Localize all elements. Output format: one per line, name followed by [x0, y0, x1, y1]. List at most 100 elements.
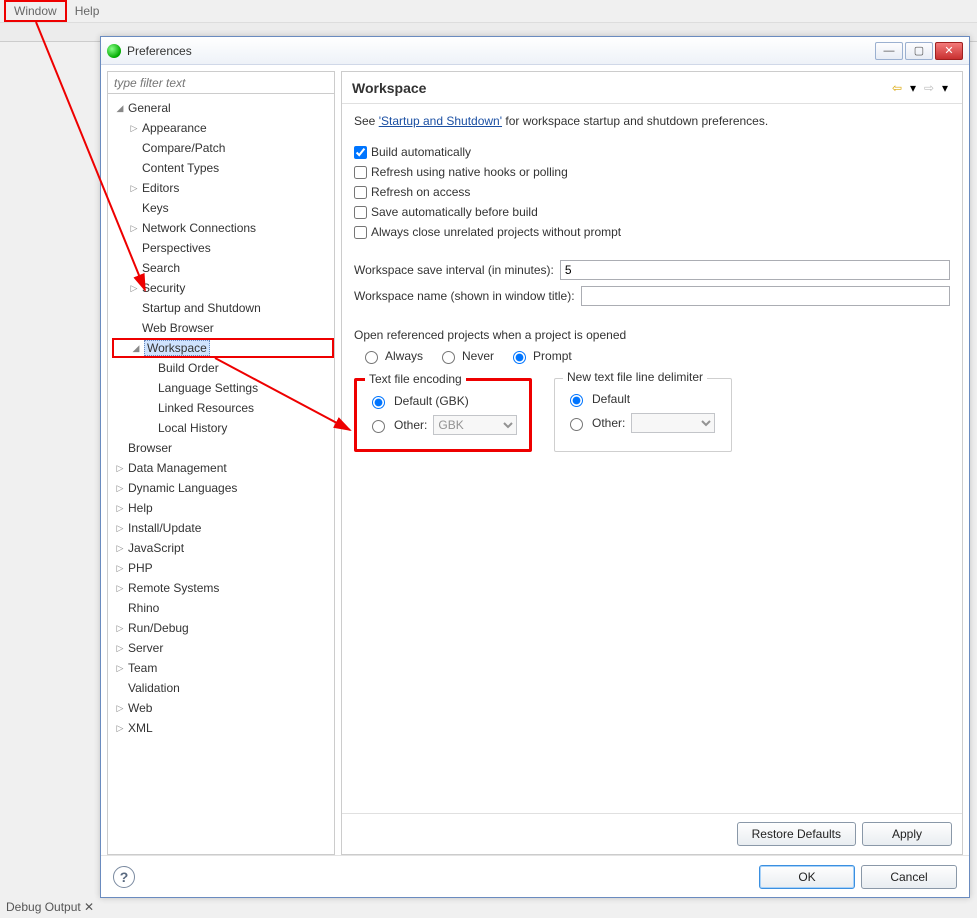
- maximize-button[interactable]: ▢: [905, 42, 933, 60]
- tree-label: Run/Debug: [128, 621, 189, 635]
- radio-label: Prompt: [533, 349, 572, 363]
- tree-content-types[interactable]: Content Types: [112, 158, 334, 178]
- radio-encoding-other[interactable]: [372, 420, 385, 433]
- tree-startup[interactable]: Startup and Shutdown: [112, 298, 334, 318]
- group-text-encoding: Text file encoding Default (GBK) Other: …: [354, 378, 532, 452]
- menu-window[interactable]: Window: [4, 0, 67, 22]
- tree-language-settings[interactable]: Language Settings: [112, 378, 334, 398]
- input-save-interval[interactable]: [560, 260, 950, 280]
- restore-defaults-button[interactable]: Restore Defaults: [737, 822, 856, 846]
- tree-web-browser[interactable]: Web Browser: [112, 318, 334, 338]
- preferences-tree[interactable]: ◢General ▷Appearance Compare/Patch Conte…: [108, 94, 334, 854]
- spacer-icon: [114, 682, 126, 694]
- expand-icon: ◢: [114, 102, 126, 114]
- tree-appearance[interactable]: ▷Appearance: [112, 118, 334, 138]
- expand-icon: ▷: [114, 542, 126, 554]
- expand-icon: ▷: [128, 122, 140, 134]
- help-icon[interactable]: ?: [113, 866, 135, 888]
- radio-delim-default[interactable]: [570, 394, 583, 407]
- radio-prompt[interactable]: Prompt: [508, 348, 572, 364]
- bottom-tab-debug-output[interactable]: Debug Output ✕: [0, 898, 100, 918]
- tree-remote-systems[interactable]: ▷Remote Systems: [112, 578, 334, 598]
- tree-rhino[interactable]: Rhino: [112, 598, 334, 618]
- expand-icon: ▷: [114, 622, 126, 634]
- select-delim-other[interactable]: [631, 413, 715, 433]
- tree-label: XML: [128, 721, 153, 735]
- tree-dynamic-languages[interactable]: ▷Dynamic Languages: [112, 478, 334, 498]
- nav-forward-menu-icon[interactable]: ▾: [938, 81, 952, 95]
- menu-help[interactable]: Help: [67, 2, 108, 20]
- startup-shutdown-link[interactable]: 'Startup and Shutdown': [379, 114, 502, 128]
- bottom-tab-label: Debug Output: [6, 900, 81, 914]
- tree-label: General: [128, 101, 171, 115]
- dialog-icon: [107, 44, 121, 58]
- lbl-open-referenced: Open referenced projects when a project …: [354, 328, 950, 342]
- tree-label: Browser: [128, 441, 172, 455]
- tree-general[interactable]: ◢General: [112, 98, 334, 118]
- tree-browser[interactable]: Browser: [112, 438, 334, 458]
- select-encoding-other[interactable]: GBK: [433, 415, 517, 435]
- tree-keys[interactable]: Keys: [112, 198, 334, 218]
- tree-editors[interactable]: ▷Editors: [112, 178, 334, 198]
- expand-icon: ▷: [128, 182, 140, 194]
- tree-build-order[interactable]: Build Order: [112, 358, 334, 378]
- minimize-button[interactable]: —: [875, 42, 903, 60]
- tree-workspace[interactable]: ◢Workspace: [112, 338, 334, 358]
- chk-label: Refresh using native hooks or polling: [371, 165, 568, 179]
- tree-team[interactable]: ▷Team: [112, 658, 334, 678]
- intro-post: for workspace startup and shutdown prefe…: [502, 114, 768, 128]
- tree-label: Build Order: [158, 361, 219, 375]
- radio-delim-other[interactable]: [570, 418, 583, 431]
- tree-server[interactable]: ▷Server: [112, 638, 334, 658]
- spacer-icon: [144, 382, 156, 394]
- radio-always[interactable]: Always: [360, 348, 423, 364]
- tree-security[interactable]: ▷Security: [112, 278, 334, 298]
- tree-label: Rhino: [128, 601, 159, 615]
- radio-label: Never: [462, 349, 494, 363]
- apply-button[interactable]: Apply: [862, 822, 952, 846]
- tree-label: PHP: [128, 561, 153, 575]
- filter-input[interactable]: [108, 72, 334, 94]
- radio-encoding-default[interactable]: [372, 396, 385, 409]
- tree-local-history[interactable]: Local History: [112, 418, 334, 438]
- tree-php[interactable]: ▷PHP: [112, 558, 334, 578]
- expand-icon: ▷: [114, 662, 126, 674]
- nav-back-icon[interactable]: ⇦: [890, 81, 904, 95]
- spacer-icon: [144, 362, 156, 374]
- chk-build-automatically[interactable]: [354, 146, 367, 159]
- tree-data-management[interactable]: ▷Data Management: [112, 458, 334, 478]
- tree-network[interactable]: ▷Network Connections: [112, 218, 334, 238]
- cancel-button[interactable]: Cancel: [861, 865, 957, 889]
- close-button[interactable]: ✕: [935, 42, 963, 60]
- tree-perspectives[interactable]: Perspectives: [112, 238, 334, 258]
- tree-javascript[interactable]: ▷JavaScript: [112, 538, 334, 558]
- radio-never[interactable]: Never: [437, 348, 494, 364]
- chk-save-before-build[interactable]: [354, 206, 367, 219]
- tree-compare-patch[interactable]: Compare/Patch: [112, 138, 334, 158]
- tree-help[interactable]: ▷Help: [112, 498, 334, 518]
- tree-web[interactable]: ▷Web: [112, 698, 334, 718]
- nav-back-menu-icon[interactable]: ▾: [906, 81, 920, 95]
- lbl-workspace-name: Workspace name (shown in window title):: [354, 289, 575, 303]
- tree-run-debug[interactable]: ▷Run/Debug: [112, 618, 334, 638]
- tree-validation[interactable]: Validation: [112, 678, 334, 698]
- expand-icon: ▷: [114, 522, 126, 534]
- chk-close-unrelated[interactable]: [354, 226, 367, 239]
- tree-search[interactable]: Search: [112, 258, 334, 278]
- chk-refresh-native[interactable]: [354, 166, 367, 179]
- preferences-page-pane: Workspace ⇦ ▾ ⇨ ▾ See 'Startup and Shutd…: [341, 71, 963, 855]
- spacer-icon: [144, 422, 156, 434]
- expand-icon: ▷: [114, 582, 126, 594]
- tree-install-update[interactable]: ▷Install/Update: [112, 518, 334, 538]
- input-workspace-name[interactable]: [581, 286, 950, 306]
- tree-label: JavaScript: [128, 541, 184, 555]
- radio-label: Default (GBK): [394, 394, 469, 408]
- tree-linked-resources[interactable]: Linked Resources: [112, 398, 334, 418]
- nav-forward-icon[interactable]: ⇨: [922, 81, 936, 95]
- tree-label: Remote Systems: [128, 581, 219, 595]
- ok-button[interactable]: OK: [759, 865, 855, 889]
- chk-refresh-access[interactable]: [354, 186, 367, 199]
- tree-label: Linked Resources: [158, 401, 254, 415]
- preferences-dialog: Preferences — ▢ ✕ ◢General ▷Appearance C…: [100, 36, 970, 898]
- tree-xml[interactable]: ▷XML: [112, 718, 334, 738]
